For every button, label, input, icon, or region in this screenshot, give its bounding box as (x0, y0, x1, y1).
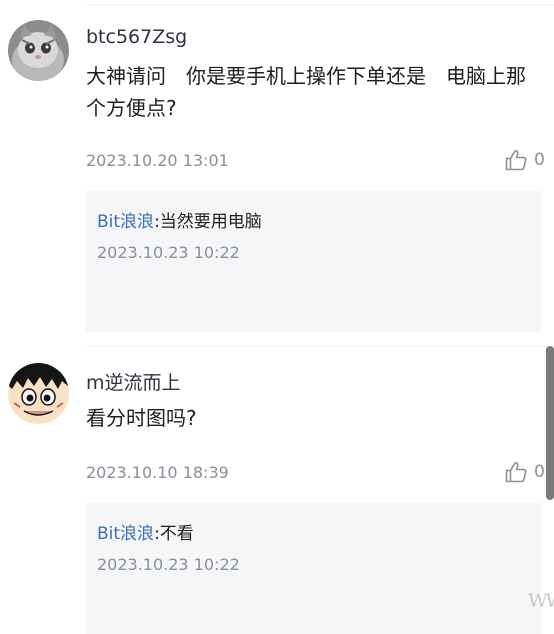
reply-timestamp: 2023.10.23 10:22 (97, 243, 240, 262)
thumbs-up-icon (504, 460, 528, 484)
comment-item: btc567Zsg 大神请问 你是要手机上操作下单还是 电脑上那个方便点? 20… (0, 0, 554, 340)
like-button[interactable]: 0 (504, 460, 545, 484)
cat-avatar-image (8, 20, 69, 81)
reply-box: Bit浪浪:不看 2023.10.23 10:22 (86, 503, 541, 634)
like-count: 0 (534, 462, 545, 482)
avatar[interactable] (8, 20, 69, 81)
comment-text: 看分时图吗? (86, 406, 197, 430)
like-button[interactable]: 0 (504, 148, 545, 172)
reply-text: 当然要用电脑 (159, 212, 262, 232)
thumbs-up-icon (504, 148, 528, 172)
reply-box: Bit浪浪:当然要用电脑 2023.10.23 10:22 (86, 191, 541, 332)
reply-text: 不看 (159, 524, 194, 544)
comment-list: btc567Zsg 大神请问 你是要手机上操作下单还是 电脑上那个方便点? 20… (0, 0, 554, 634)
username[interactable]: m逆流而上 (86, 368, 181, 395)
reply-line: Bit浪浪:当然要用电脑 (97, 207, 262, 232)
scrollbar-thumb[interactable] (546, 346, 554, 500)
reply-author[interactable]: Bit浪浪 (97, 212, 154, 232)
comment-timestamp: 2023.10.10 18:39 (86, 463, 229, 482)
avatar[interactable] (8, 363, 69, 424)
reply-author[interactable]: Bit浪浪 (97, 524, 154, 544)
reply-line: Bit浪浪:不看 (97, 519, 194, 544)
cartoon-avatar-image (8, 363, 69, 424)
reply-timestamp: 2023.10.23 10:22 (97, 555, 240, 574)
comment-text: 大神请问 你是要手机上操作下单还是 电脑上那个方便点? (86, 64, 526, 120)
comment-timestamp: 2023.10.20 13:01 (86, 151, 229, 170)
watermark-logo: WW (528, 590, 554, 612)
username[interactable]: btc567Zsg (86, 26, 187, 48)
like-count: 0 (534, 150, 545, 170)
comment-item: m逆流而上 看分时图吗? 2023.10.10 18:39 0 Bit浪浪:不看… (0, 346, 554, 634)
